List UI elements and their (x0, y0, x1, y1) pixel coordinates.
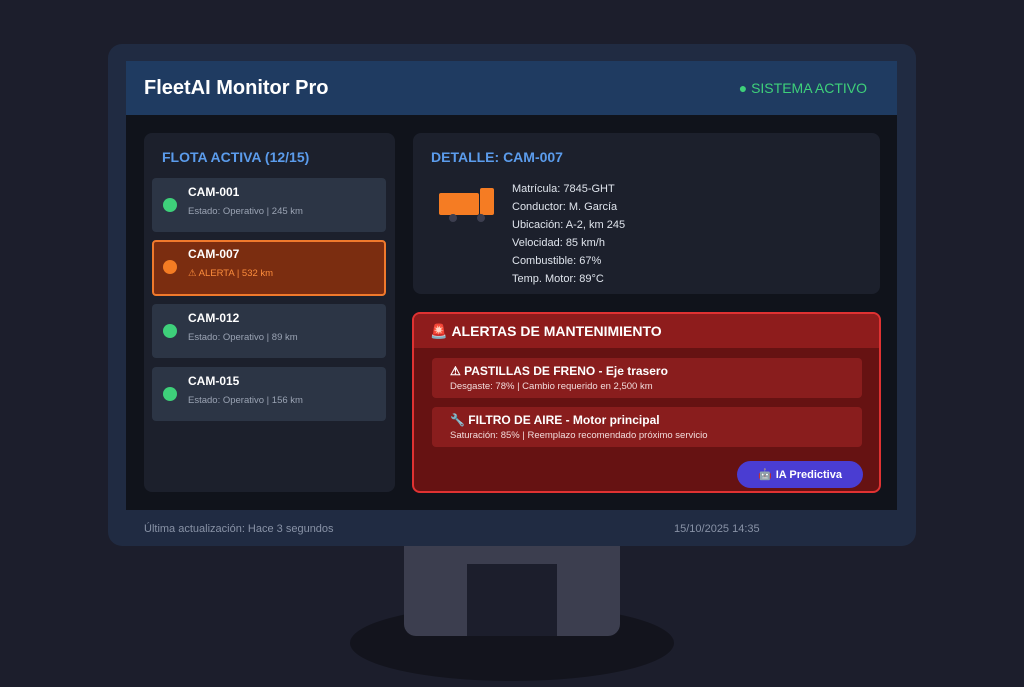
monitor-screen: FleetAI Monitor Pro ● SISTEMA ACTIVO FLO… (126, 61, 897, 510)
alert-item-air-filter[interactable]: 🔧 FILTRO DE AIRE - Motor principal Satur… (432, 407, 862, 447)
fleet-panel: FLOTA ACTIVA (12/15) CAM-001 Estado: Ope… (144, 133, 395, 492)
truck-info: Matrícula: 7845-GHT Conductor: M. García… (512, 180, 625, 288)
truck-status: Estado: Operativo | 156 km (188, 395, 303, 406)
alert-description: Saturación: 85% | Reemplazo recomendado … (450, 430, 708, 441)
alerts-title: ALERTAS DE MANTENIMIENTO (451, 323, 662, 339)
monitor-stand-cutout (467, 564, 557, 636)
truck-icon (439, 188, 494, 222)
status-dot-icon (163, 198, 177, 212)
fuel-line: Combustible: 67% (512, 255, 602, 267)
truck-status: Estado: Operativo | 89 km (188, 332, 298, 343)
detail-title: DETALLE: CAM-007 (431, 149, 563, 165)
status-footer: Última actualización: Hace 3 segundos 15… (126, 511, 897, 546)
app-title: FleetAI Monitor Pro (144, 76, 329, 99)
truck-status: ⚠ ALERTA | 532 km (188, 268, 274, 279)
truck-card-cam-001[interactable]: CAM-001 Estado: Operativo | 245 km (152, 178, 386, 232)
system-status: ● SISTEMA ACTIVO (738, 80, 867, 96)
truck-id: CAM-001 (188, 185, 240, 199)
alerts-header: 🚨 ALERTAS DE MANTENIMIENTO (414, 314, 879, 348)
fleet-title: FLOTA ACTIVA (12/15) (162, 149, 310, 165)
alert-title: ⚠ PASTILLAS DE FRENO - Eje trasero (450, 364, 668, 378)
driver-line: Conductor: M. García (512, 201, 618, 213)
status-dot-icon (163, 260, 177, 274)
ai-button-label: IA Predictiva (775, 468, 842, 481)
truck-id: CAM-007 (188, 247, 240, 261)
truck-id: CAM-015 (188, 374, 240, 388)
truck-card-cam-015[interactable]: CAM-015 Estado: Operativo | 156 km (152, 367, 386, 421)
alert-description: Desgaste: 78% | Cambio requerido en 2,50… (450, 381, 653, 392)
engine-temp-line: Temp. Motor: 89°C (512, 273, 604, 285)
plate-line: Matrícula: 7845-GHT (512, 183, 615, 195)
alert-item-brakes[interactable]: ⚠ PASTILLAS DE FRENO - Eje trasero Desga… (432, 358, 862, 398)
maintenance-alerts-panel: 🚨 ALERTAS DE MANTENIMIENTO ⚠ PASTILLAS D… (412, 312, 881, 493)
last-update: Última actualización: Hace 3 segundos (144, 523, 334, 535)
location-line: Ubicación: A-2, km 245 (512, 219, 626, 231)
status-dot-icon (163, 324, 177, 338)
robot-icon: 🤖 (758, 469, 772, 481)
status-dot-icon (163, 387, 177, 401)
alert-title: 🔧 FILTRO DE AIRE - Motor principal (450, 413, 660, 427)
truck-id: CAM-012 (188, 311, 240, 325)
header-bar: FleetAI Monitor Pro ● SISTEMA ACTIVO (126, 61, 897, 115)
truck-status: Estado: Operativo | 245 km (188, 206, 303, 217)
detail-panel: DETALLE: CAM-007 Matrícula: 7845-GHT Con… (413, 133, 880, 294)
ai-predictive-button[interactable]: 🤖 IA Predictiva (737, 461, 863, 488)
siren-icon: 🚨 (430, 322, 448, 339)
truck-card-cam-012[interactable]: CAM-012 Estado: Operativo | 89 km (152, 304, 386, 358)
truck-card-cam-007[interactable]: CAM-007 ⚠ ALERTA | 532 km (152, 240, 386, 296)
datetime: 15/10/2025 14:35 (674, 523, 760, 535)
speed-line: Velocidad: 85 km/h (512, 237, 605, 249)
